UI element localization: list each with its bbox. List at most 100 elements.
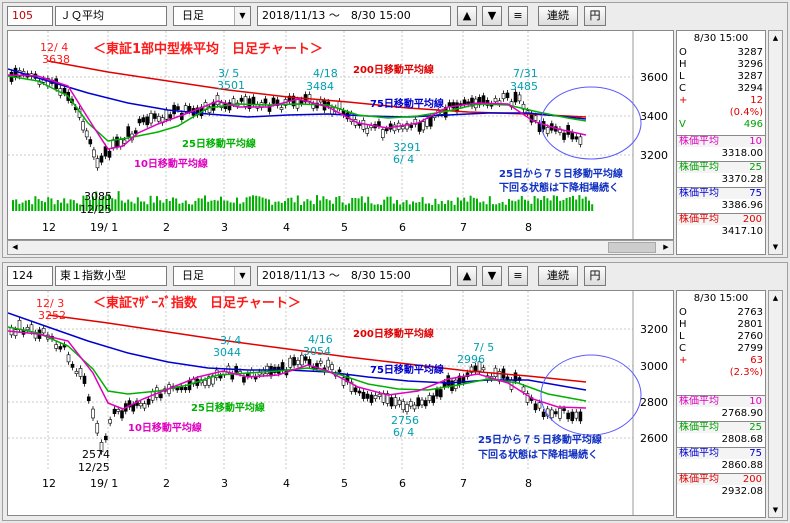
period-select[interactable]: 日足 ▼ bbox=[173, 6, 251, 26]
volume-bar bbox=[556, 196, 558, 211]
candle-body bbox=[176, 106, 180, 110]
scroll-down-icon[interactable]: ▼ bbox=[769, 503, 782, 517]
candle-body bbox=[104, 435, 108, 441]
scroll-right-icon[interactable]: ▶ bbox=[659, 241, 673, 254]
volume-bar bbox=[63, 198, 66, 211]
candle-body bbox=[115, 136, 119, 148]
candle-body bbox=[251, 96, 256, 105]
volume-bar bbox=[28, 199, 30, 211]
volume-bar bbox=[565, 197, 568, 211]
candle-body bbox=[481, 367, 486, 371]
candle-body bbox=[417, 122, 422, 132]
volume-bar bbox=[380, 204, 382, 211]
stock-name-field[interactable]: 東１指数小型 bbox=[55, 266, 167, 286]
menu-button[interactable]: ≡ bbox=[508, 266, 528, 286]
menu-button[interactable]: ≡ bbox=[508, 6, 528, 26]
volume-bar bbox=[392, 203, 395, 211]
continuous-button[interactable]: 連続 bbox=[538, 266, 578, 286]
candle-body bbox=[126, 126, 131, 137]
candle-body bbox=[66, 354, 71, 363]
chart-canvas[interactable]: ＜東証ﾏｻﾞｰｽﾞ指数 日足チャート＞ 12/ 3 3252 3/ 4 3044… bbox=[7, 290, 674, 516]
stock-name-field[interactable]: ＪＱ平均 bbox=[55, 6, 167, 26]
volume-bar bbox=[274, 201, 277, 211]
ma200-header: 株価平均 200 bbox=[677, 473, 765, 485]
peak-value-label: 3638 bbox=[42, 53, 70, 66]
candle-body bbox=[91, 408, 95, 419]
volume-bar bbox=[149, 195, 152, 211]
vertical-scrollbar[interactable]: ▲ ▼ bbox=[768, 30, 783, 255]
volume-bar bbox=[364, 202, 366, 211]
volume-bar bbox=[120, 200, 123, 211]
change-value: 12 bbox=[750, 95, 763, 106]
annot-value-3: 2996 bbox=[457, 353, 485, 366]
horizontal-scrollbar[interactable]: ◀ ▶ bbox=[7, 240, 674, 255]
candle-body bbox=[263, 98, 268, 104]
continuous-button[interactable]: 連続 bbox=[538, 6, 578, 26]
scroll-down-button[interactable]: ▼ bbox=[482, 266, 502, 286]
stock-code-input[interactable]: 105 bbox=[7, 6, 53, 26]
chart-panel-1: 105 ＪＱ平均 日足 ▼ 2018/11/13 ～ 8/30 15:00 ▲ … bbox=[2, 2, 788, 258]
candlestick-chart: ＜東証1部中型株平均 日足チャート＞ 12/ 4 3638 3/ 5 3501 … bbox=[8, 31, 668, 239]
low-value-label: 3085 bbox=[84, 190, 112, 203]
volume-bar bbox=[300, 204, 302, 211]
candle-body bbox=[88, 139, 93, 145]
scrollbar-thumb[interactable] bbox=[608, 242, 656, 253]
vertical-scrollbar[interactable]: ▲ ▼ bbox=[768, 290, 783, 518]
volume-bar bbox=[325, 199, 328, 211]
stock-code-input[interactable]: 124 bbox=[7, 266, 53, 286]
volume-bar bbox=[239, 203, 242, 211]
volume-bar bbox=[575, 199, 578, 211]
scroll-left-icon[interactable]: ◀ bbox=[8, 241, 22, 254]
volume-bar bbox=[546, 198, 549, 211]
volume-bar bbox=[280, 202, 283, 211]
volume-bar bbox=[524, 199, 526, 211]
volume-bar bbox=[24, 200, 27, 211]
volume-bar bbox=[514, 201, 517, 211]
candle-body bbox=[389, 397, 394, 407]
annot-date-4: 6/ 4 bbox=[393, 153, 414, 166]
candle-body bbox=[427, 395, 432, 401]
volume-bar bbox=[72, 200, 75, 211]
scroll-up-button[interactable]: ▲ bbox=[457, 266, 477, 286]
scroll-up-icon[interactable]: ▲ bbox=[769, 291, 782, 305]
candle-body bbox=[337, 369, 342, 373]
volume-bar bbox=[344, 204, 347, 211]
candle-body bbox=[381, 129, 385, 138]
period-select[interactable]: 日足 ▼ bbox=[173, 266, 251, 286]
low-value: 3287 bbox=[737, 71, 763, 82]
volume-bar bbox=[517, 199, 520, 211]
yen-button[interactable]: 円 bbox=[584, 266, 606, 286]
date-range-field[interactable]: 2018/11/13 ～ 8/30 15:00 bbox=[257, 266, 451, 286]
yen-button[interactable]: 円 bbox=[584, 6, 606, 26]
candle-body bbox=[84, 130, 89, 138]
scroll-down-button[interactable]: ▼ bbox=[482, 6, 502, 26]
candle-body bbox=[517, 94, 522, 102]
scroll-up-button[interactable]: ▲ bbox=[457, 6, 477, 26]
date-range-field[interactable]: 2018/11/13 ～ 8/30 15:00 bbox=[257, 6, 451, 26]
volume-bar bbox=[197, 198, 200, 211]
candle-body bbox=[423, 400, 428, 407]
volume-bar bbox=[21, 202, 24, 211]
candle-body bbox=[81, 121, 85, 131]
annot-date-4: 6/ 4 bbox=[393, 426, 414, 439]
candle-body bbox=[187, 105, 192, 112]
chart-canvas[interactable]: ＜東証1部中型株平均 日足チャート＞ 12/ 4 3638 3/ 5 3501 … bbox=[7, 30, 674, 240]
peak-value-label: 3252 bbox=[38, 309, 66, 322]
candle-body bbox=[112, 408, 117, 415]
change-pct: (0.4%) bbox=[729, 107, 763, 118]
volume-bar bbox=[114, 199, 117, 211]
ma75-header: 株価平均 75 bbox=[677, 187, 765, 199]
candle-body bbox=[145, 116, 149, 126]
scroll-up-icon[interactable]: ▲ bbox=[769, 31, 782, 45]
volume-bar bbox=[588, 200, 590, 211]
scroll-down-icon[interactable]: ▼ bbox=[769, 240, 782, 254]
candle-body bbox=[239, 97, 244, 102]
candle-body bbox=[288, 357, 293, 368]
volume-bar bbox=[527, 200, 530, 211]
ma25-value: 2808.68 bbox=[721, 434, 763, 445]
annot-value-1: 3044 bbox=[213, 346, 241, 359]
volume-bar bbox=[236, 197, 238, 211]
ma75-label: 75日移動平均線 bbox=[370, 363, 444, 376]
volume-bar bbox=[460, 200, 462, 211]
candle-body bbox=[549, 409, 554, 419]
